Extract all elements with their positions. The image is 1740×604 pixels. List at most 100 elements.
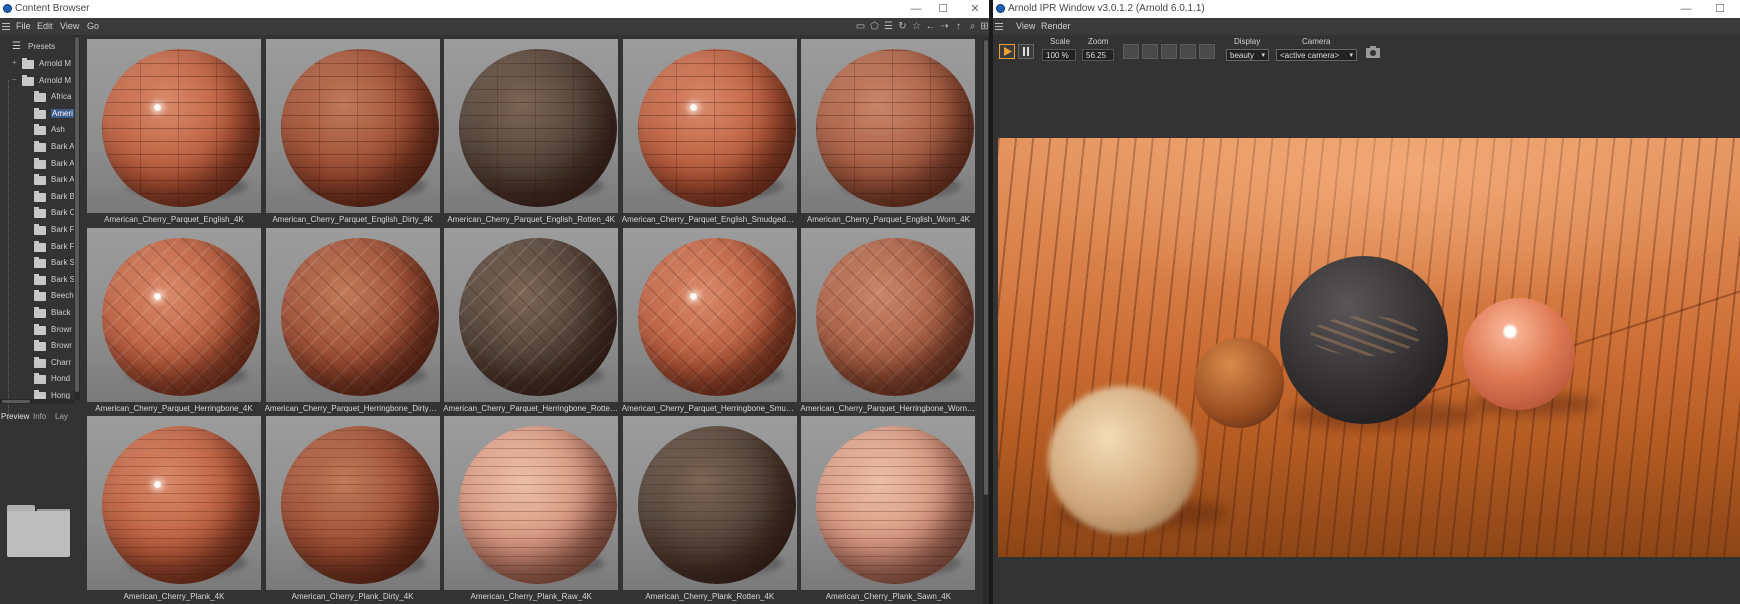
material-sphere	[280, 426, 439, 584]
menu-file[interactable]: File	[16, 21, 31, 31]
tree-item[interactable]: − Arnold M	[0, 74, 78, 89]
scale-spinner[interactable]: 100 %	[1042, 49, 1076, 61]
favorite-star-icon[interactable]: ☆	[911, 21, 922, 32]
content-browser-window: Content Browser — ☐ ✕ File Edit View Go …	[0, 0, 989, 604]
asset-tile[interactable]: American_Cherry_Parquet_English_Dirty_4K	[265, 38, 441, 224]
tree-item[interactable]: Bark F	[0, 223, 78, 238]
ipr-minimize-button[interactable]: —	[1673, 1, 1699, 17]
tree-item[interactable]: Beech	[0, 289, 78, 304]
grid-scrollbar-thumb[interactable]	[984, 40, 988, 495]
region-render-icon[interactable]	[1123, 44, 1139, 59]
asset-tile[interactable]: American_Cherry_Plank_Rotten_4K	[622, 415, 798, 601]
tree-item[interactable]: Ameri	[0, 107, 78, 122]
tree-item[interactable]: Hond	[0, 372, 78, 387]
asset-tile[interactable]: American_Cherry_Parquet_English_Smudged_…	[622, 38, 798, 224]
tree-scrollbar[interactable]	[74, 35, 80, 400]
tree-item[interactable]: Bark S	[0, 273, 78, 288]
tree-item[interactable]: Bark F	[0, 240, 78, 255]
color-picker-icon[interactable]	[1199, 44, 1215, 59]
tree-item[interactable]: Africa	[0, 90, 78, 105]
zoom-spinner[interactable]: 56.25	[1082, 49, 1114, 61]
close-button[interactable]: ✕	[962, 1, 988, 17]
tree-item[interactable]: Browr	[0, 323, 78, 338]
forward-arrow-icon[interactable]: ⇢	[939, 21, 950, 32]
tree-scrollbar-thumb[interactable]	[75, 37, 79, 392]
asset-tile[interactable]: American_Cherry_Parquet_Herringbone_Rott…	[443, 227, 619, 413]
asset-tile[interactable]: American_Cherry_Parquet_Herringbone_Dirt…	[265, 227, 441, 413]
folder-icon	[34, 307, 46, 318]
minimize-button[interactable]: —	[903, 1, 929, 17]
bookmark-icon[interactable]: ⬠	[869, 21, 880, 32]
refresh-icon[interactable]: ↻	[897, 21, 908, 32]
tree-item-label: Bark B	[51, 191, 76, 201]
camera-value: <active camera>	[1280, 51, 1340, 60]
lock-region-icon[interactable]	[1161, 44, 1177, 59]
tree-item[interactable]: Bark B	[0, 190, 78, 205]
menu-go[interactable]: Go	[87, 21, 99, 31]
search-icon[interactable]: ⌕	[967, 21, 978, 32]
folder-icon	[34, 273, 46, 285]
crop-region-icon[interactable]	[1142, 44, 1158, 59]
menu-edit[interactable]: Edit	[37, 21, 53, 31]
tree-item[interactable]: Black	[0, 306, 78, 321]
back-arrow-icon[interactable]: ←	[925, 21, 936, 32]
ipr-menu-view[interactable]: View	[1016, 21, 1035, 31]
maximize-button[interactable]: ☐	[930, 1, 956, 17]
tree-hscrollbar-thumb[interactable]	[2, 400, 30, 403]
asset-thumbnail	[444, 39, 619, 213]
asset-tile[interactable]: American_Cherry_Plank_Dirty_4K	[265, 415, 441, 601]
new-window-icon[interactable]: ⊞	[979, 21, 989, 32]
asset-tile[interactable]: American_Cherry_Plank_4K	[86, 415, 262, 601]
up-arrow-icon[interactable]: ↑	[953, 21, 964, 32]
ipr-maximize-button[interactable]: ☐	[1707, 1, 1733, 17]
hamburger-menu-icon[interactable]	[2, 21, 10, 31]
tree-hscrollbar[interactable]	[0, 399, 74, 404]
tab-layer[interactable]: Lay	[55, 412, 68, 421]
menu-view[interactable]: View	[60, 21, 79, 31]
preset-tree-sidebar: ☰ Presets + Arnold M − Arnold M Africa Ameri Ash…	[0, 35, 82, 604]
asset-thumbnail	[87, 227, 261, 402]
thumbnail-size-icon[interactable]: ▭	[855, 21, 866, 32]
snapshot-camera-icon[interactable]	[1365, 45, 1381, 59]
asset-tile[interactable]: American_Cherry_Parquet_English_Worn_4K	[800, 38, 976, 224]
asset-label: American_Cherry_Plank_Raw_4K	[470, 592, 592, 601]
asset-tile[interactable]: American_Cherry_Parquet_Herringbone_Smud…	[622, 227, 798, 413]
tab-info[interactable]: Info	[33, 412, 46, 421]
list-view-icon[interactable]: ☰	[883, 21, 894, 32]
render-viewport[interactable]	[998, 138, 1740, 557]
hamburger-menu-icon[interactable]	[995, 21, 1003, 31]
tree-item[interactable]: + Arnold M	[0, 57, 78, 72]
asset-tile[interactable]: American_Cherry_Parquet_Herringbone_Worn…	[800, 227, 976, 413]
asset-label: American_Cherry_Plank_Dirty_4K	[291, 592, 414, 601]
asset-label: American_Cherry_Parquet_Herringbone_Rott…	[443, 403, 620, 413]
expand-toggle-icon[interactable]: +	[12, 58, 17, 67]
start-render-button[interactable]	[999, 44, 1015, 59]
tree-item[interactable]: Bark A	[0, 173, 78, 188]
asset-tile[interactable]: American_Cherry_Parquet_English_4K	[86, 38, 262, 224]
display-dropdown[interactable]: beauty ▾	[1226, 49, 1269, 61]
asset-label: American_Cherry_Parquet_English_Rotten_4…	[447, 215, 616, 224]
asset-tile[interactable]: American_Cherry_Plank_Raw_4K	[443, 415, 619, 601]
folder-icon	[34, 373, 46, 385]
asset-tile[interactable]: American_Cherry_Parquet_English_Rotten_4…	[443, 38, 619, 224]
debug-shading-icon[interactable]	[1180, 44, 1196, 59]
expand-toggle-icon[interactable]: −	[12, 75, 17, 84]
tree-item[interactable]: Charr	[0, 356, 78, 371]
asset-thumbnail	[265, 227, 440, 402]
tree-item[interactable]: Bark A	[0, 140, 78, 155]
asset-thumbnail	[87, 39, 261, 213]
tree-root-presets[interactable]: ☰ Presets	[0, 40, 78, 55]
tree-item[interactable]: Ash	[0, 123, 78, 138]
tab-preview[interactable]: Preview	[1, 412, 29, 421]
tree-item[interactable]: Bark A	[0, 157, 78, 172]
tree-item[interactable]: Browr	[0, 339, 78, 354]
asset-tile[interactable]: American_Cherry_Plank_Sawn_4K	[800, 415, 976, 601]
ipr-menu-render[interactable]: Render	[1041, 21, 1071, 31]
scale-label: Scale	[1050, 37, 1071, 46]
asset-tile[interactable]: American_Cherry_Parquet_Herringbone_4K	[86, 227, 262, 413]
camera-dropdown[interactable]: <active camera> ▾	[1276, 49, 1357, 61]
pause-render-button[interactable]	[1018, 44, 1034, 59]
tree-item[interactable]: Bark S	[0, 256, 78, 271]
tree-item-label: Presets	[28, 42, 56, 51]
tree-item[interactable]: Bark C	[0, 206, 78, 221]
